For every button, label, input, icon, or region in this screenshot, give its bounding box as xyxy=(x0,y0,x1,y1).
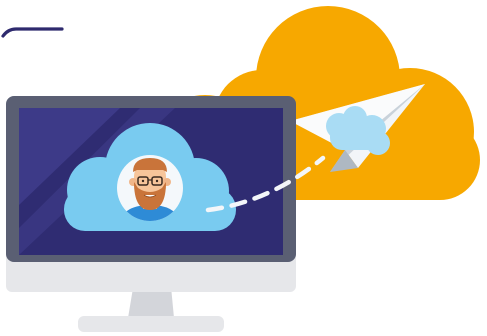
desktop-monitor-icon xyxy=(6,96,326,332)
corner-accent-line xyxy=(1,27,64,38)
send-to-cloud-illustration xyxy=(0,0,487,336)
